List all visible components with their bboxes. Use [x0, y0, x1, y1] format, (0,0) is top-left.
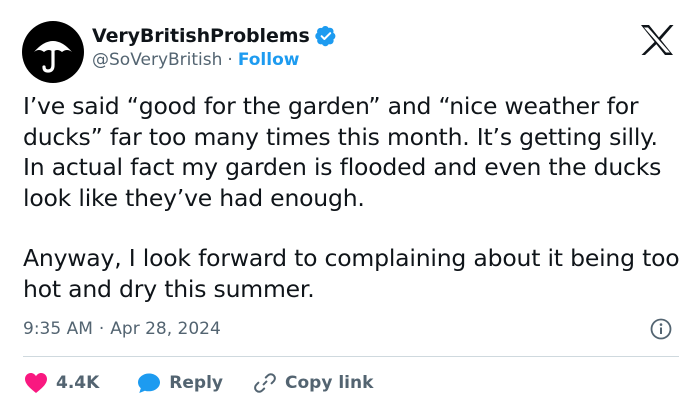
tweet-time: 9:35 AM — [23, 319, 93, 339]
avatar[interactable] — [22, 21, 84, 83]
reply-label: Reply — [169, 373, 223, 393]
link-icon — [254, 373, 276, 393]
like-button[interactable]: 4.4K — [24, 372, 99, 394]
reply-button[interactable]: Reply — [137, 372, 223, 394]
copy-link-label: Copy link — [285, 373, 374, 393]
copy-link-button[interactable]: Copy link — [253, 371, 373, 395]
author-name-row: VeryBritishProblems — [92, 22, 337, 50]
divider — [23, 356, 679, 357]
heart-icon — [25, 373, 47, 393]
umbrella-icon — [34, 41, 72, 73]
timestamp-separator: · — [98, 319, 105, 339]
follow-button[interactable]: Follow — [238, 50, 300, 70]
display-name[interactable]: VeryBritishProblems — [92, 25, 310, 47]
action-bar: 4.4K Reply Copy link — [24, 368, 373, 398]
handle-separator: · — [227, 50, 233, 70]
x-logo-icon[interactable] — [637, 22, 677, 58]
info-icon[interactable] — [650, 318, 672, 344]
handle-row: @SoVeryBritish · Follow — [92, 48, 299, 72]
tweet-paragraph: Anyway, I look forward to complaining ab… — [23, 244, 680, 303]
timestamp[interactable]: 9:35 AM · Apr 28, 2024 — [23, 316, 221, 342]
author-handle[interactable]: @SoVeryBritish — [92, 50, 222, 70]
like-count: 4.4K — [56, 373, 100, 393]
speech-bubble-icon — [138, 373, 161, 393]
tweet-paragraph: I’ve said “good for the garden” and “nic… — [23, 92, 662, 212]
tweet-text: I’ve said “good for the garden” and “nic… — [23, 91, 683, 304]
tweet-date: Apr 28, 2024 — [110, 319, 221, 339]
verified-badge-icon — [314, 25, 337, 47]
